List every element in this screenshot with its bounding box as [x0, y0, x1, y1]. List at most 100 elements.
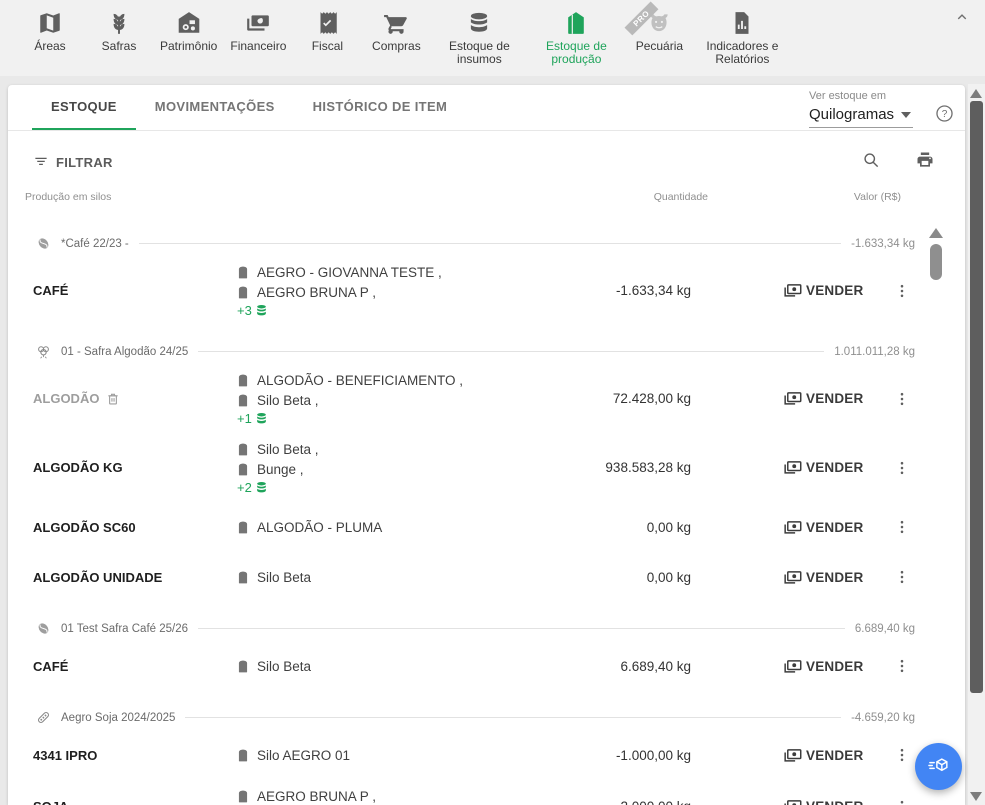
silo-name: Silo AEGRO 01 — [257, 746, 350, 765]
page-scroll-down-icon[interactable] — [970, 792, 982, 801]
silo-name: Silo Beta , — [257, 391, 319, 410]
nav-item-estoque-insumos[interactable]: Estoque de insumos — [437, 9, 521, 66]
vender-button[interactable]: VENDER — [781, 280, 877, 301]
silos-cell: ALGODÃO - PLUMA — [236, 518, 531, 537]
collapse-nav-button[interactable] — [953, 8, 971, 31]
vender-button[interactable]: VENDER — [781, 796, 877, 805]
top-nav: Áreas Safras Patrimônio Financeiro Fiscal Com… — [0, 0, 985, 76]
nav-item-patrimonio[interactable]: Patrimônio — [160, 9, 217, 53]
item-name: ALGODÃO KG — [33, 460, 123, 475]
vender-button[interactable]: VENDER — [781, 457, 877, 478]
silo-entry: Silo Beta , — [236, 440, 531, 459]
silo-chip-icon — [236, 520, 250, 535]
row-menu-button[interactable] — [885, 459, 919, 477]
kebab-icon — [893, 390, 911, 408]
vender-button[interactable]: VENDER — [781, 567, 877, 588]
silo-entry: Bunge , — [236, 460, 531, 479]
payments-icon — [781, 457, 804, 478]
quantity-value: 938.583,28 kg — [531, 460, 691, 475]
row-menu-button[interactable] — [885, 518, 919, 536]
stock-row: ALGODÃO ALGODÃO - BENEFICIAMENTO ,Silo Be… — [8, 364, 965, 433]
nav-item-financeiro[interactable]: Financeiro — [230, 9, 286, 53]
tab-estoque[interactable]: ESTOQUE — [32, 85, 136, 130]
tabs-bar: ESTOQUEMOVIMENTAÇÕESHISTÓRICO DE ITEM Ve… — [8, 85, 965, 131]
item-name-cell: ALGODÃO — [8, 391, 236, 406]
scroll-up-arrow-icon[interactable] — [929, 228, 943, 238]
caret-down-icon — [901, 112, 911, 118]
tab-historico[interactable]: HISTÓRICO DE ITEM — [294, 85, 467, 130]
new-movement-fab[interactable] — [915, 743, 962, 790]
group-divider — [198, 628, 845, 629]
silo-entry: Silo Beta — [236, 657, 531, 676]
search-button[interactable] — [861, 150, 881, 175]
svg-text:?: ? — [942, 109, 948, 120]
cotton-icon — [35, 343, 52, 360]
item-name: 4341 IPRO — [33, 748, 97, 763]
row-menu-button[interactable] — [885, 390, 919, 408]
row-menu-button[interactable] — [885, 798, 919, 805]
help-button[interactable]: ? — [934, 103, 955, 129]
silo-entry: Silo Beta — [236, 568, 531, 587]
silo-chip-icon — [236, 570, 250, 585]
stock-row: 4341 IPROSilo AEGRO 01-1.000,00 kgVENDER — [8, 730, 965, 780]
nav-item-areas[interactable]: Áreas — [22, 9, 78, 53]
nav-item-safras[interactable]: Safras — [91, 9, 147, 53]
column-headers: Produção em silos Quantidade Valor (R$) — [8, 183, 965, 211]
nav-item-estoque-producao[interactable]: Estoque de produção — [534, 9, 618, 66]
stock-row: ALGODÃO KG Silo Beta ,Bunge ,+2938.583,28… — [8, 433, 965, 502]
unit-select[interactable]: Ver estoque em Quilogramas — [809, 90, 913, 128]
silo-chip-icon — [236, 285, 250, 300]
nav-item-label: Estoque de produção — [534, 40, 618, 66]
list-scrollbar — [929, 228, 943, 280]
more-silos-badge[interactable]: +2 — [237, 480, 531, 495]
silos-cell: Silo Beta — [236, 657, 531, 676]
silos-cell: ALGODÃO - BENEFICIAMENTO ,Silo Beta ,+1 — [236, 371, 531, 426]
vender-button-label: VENDER — [806, 283, 863, 298]
row-menu-button[interactable] — [885, 568, 919, 586]
quantity-value: 0,00 kg — [531, 570, 691, 585]
nav-item-fiscal[interactable]: Fiscal — [299, 9, 355, 53]
vender-button[interactable]: VENDER — [781, 517, 877, 538]
filter-button[interactable]: FILTRAR — [32, 152, 113, 173]
group-header: 01 Test Safra Café 25/266.689,40 kg — [35, 620, 915, 637]
row-menu-button[interactable] — [885, 746, 919, 764]
payments-icon — [781, 388, 804, 409]
silos-cell: Silo Beta — [236, 568, 531, 587]
vender-button-label: VENDER — [806, 748, 863, 763]
more-silos-badge[interactable]: +3 — [237, 303, 531, 318]
search-icon — [861, 157, 881, 174]
item-name-cell: ALGODÃO SC60 — [8, 520, 236, 535]
kebab-icon — [893, 459, 911, 477]
row-menu-button[interactable] — [885, 282, 919, 300]
coins-icon — [255, 304, 268, 317]
nav-item-label: Indicadores e Relatórios — [700, 40, 784, 66]
nav-item-label: Áreas — [34, 40, 65, 53]
nav-item-indicadores[interactable]: Indicadores e Relatórios — [700, 9, 784, 66]
list-toolbar: FILTRAR — [8, 131, 965, 183]
row-menu-button[interactable] — [885, 657, 919, 675]
page-scroll-up-icon[interactable] — [970, 89, 982, 98]
trash-icon — [106, 392, 120, 406]
payments-icon — [781, 567, 804, 588]
item-name-cell: ALGODÃO KG — [8, 460, 236, 475]
item-name: CAFÉ — [33, 283, 68, 298]
nav-item-compras[interactable]: Compras — [368, 9, 424, 53]
more-silos-badge[interactable]: +1 — [237, 411, 531, 426]
tab-movimentacoes[interactable]: MOVIMENTAÇÕES — [136, 85, 294, 130]
vender-button[interactable]: VENDER — [781, 656, 877, 677]
nav-item-pecuaria[interactable]: PROPecuária — [631, 9, 687, 53]
page-scrollbar-thumb[interactable] — [970, 101, 983, 693]
item-name: ALGODÃO — [33, 391, 99, 406]
silo-entry: AEGRO - GIOVANNA TESTE , — [236, 263, 531, 282]
print-button[interactable] — [915, 150, 935, 175]
list-scrollbar-thumb[interactable] — [930, 244, 942, 280]
silo-chip-icon — [236, 748, 250, 763]
vender-button[interactable]: VENDER — [781, 745, 877, 766]
nav-item-label: Financeiro — [230, 40, 286, 53]
vender-button[interactable]: VENDER — [781, 388, 877, 409]
group-title: Aegro Soja 2024/2025 — [61, 712, 175, 724]
coffee-bean-icon — [35, 235, 52, 252]
stock-row: CAFÉAEGRO - GIOVANNA TESTE ,AEGRO BRUNA … — [8, 256, 965, 325]
silo-name: ALGODÃO - PLUMA — [257, 518, 382, 537]
silo-name: Bunge , — [257, 460, 304, 479]
